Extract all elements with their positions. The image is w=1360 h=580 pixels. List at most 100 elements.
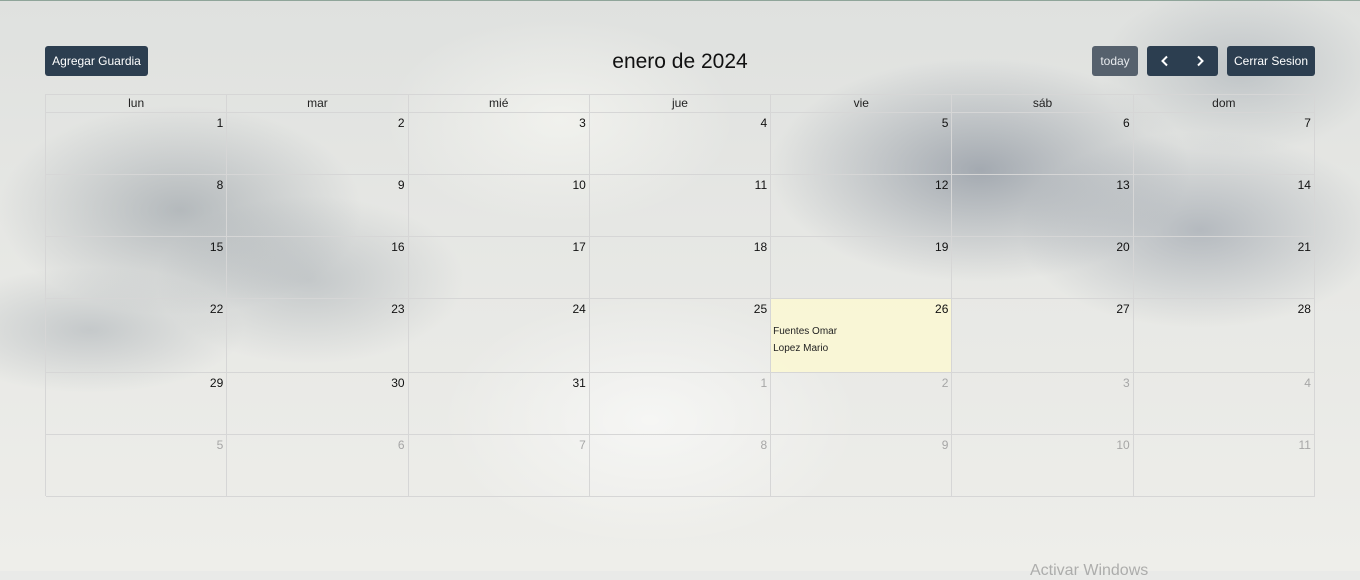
calendar-event[interactable]: Lopez Mario <box>773 340 949 357</box>
day-number[interactable]: 17 <box>572 240 585 254</box>
day-cell[interactable]: 4 <box>589 113 772 175</box>
day-number[interactable]: 2 <box>942 376 949 390</box>
day-cell[interactable]: 10 <box>408 175 590 237</box>
day-cell[interactable]: 21 <box>1133 237 1315 299</box>
day-number[interactable]: 5 <box>942 116 949 130</box>
day-cell[interactable]: 9 <box>227 175 409 237</box>
day-number[interactable]: 25 <box>754 302 767 316</box>
day-number[interactable]: 3 <box>579 116 586 130</box>
day-cell[interactable]: 20 <box>952 237 1134 299</box>
day-number[interactable]: 29 <box>210 376 223 390</box>
day-cell[interactable]: 1 <box>46 113 228 175</box>
day-number[interactable]: 4 <box>1304 376 1311 390</box>
day-cell[interactable]: 23 <box>227 299 409 373</box>
day-number[interactable]: 20 <box>1116 240 1129 254</box>
day-number[interactable]: 28 <box>1298 302 1311 316</box>
day-number[interactable]: 22 <box>210 302 223 316</box>
day-number[interactable]: 9 <box>398 178 405 192</box>
day-cell[interactable]: 8 <box>46 175 228 237</box>
calendar-week-row: 29 30 31 1 2 3 4 <box>46 373 1315 435</box>
day-cell[interactable]: 22 <box>46 299 228 373</box>
day-number[interactable]: 30 <box>391 376 404 390</box>
next-month-button[interactable] <box>1182 46 1218 76</box>
day-number[interactable]: 2 <box>398 116 405 130</box>
day-number[interactable]: 6 <box>398 438 405 452</box>
day-cell[interactable]: 6 <box>952 113 1134 175</box>
day-cell[interactable]: 16 <box>227 237 409 299</box>
day-cell[interactable]: 6 <box>227 435 409 497</box>
weekday-header-cell: vie <box>771 95 953 113</box>
day-number[interactable]: 3 <box>1123 376 1130 390</box>
day-cell[interactable]: 4 <box>1133 373 1315 435</box>
day-cell[interactable]: 12 <box>771 175 953 237</box>
calendar-event[interactable]: Fuentes Omar <box>773 323 949 340</box>
day-cell[interactable]: 3 <box>952 373 1134 435</box>
day-number[interactable]: 26 <box>935 302 948 316</box>
day-number[interactable]: 4 <box>760 116 767 130</box>
day-cell[interactable]: 13 <box>952 175 1134 237</box>
day-number[interactable]: 24 <box>572 302 585 316</box>
day-cell[interactable]: 7 <box>408 435 590 497</box>
day-cell[interactable]: 5 <box>46 435 228 497</box>
day-cell[interactable]: 28 <box>1133 299 1315 373</box>
today-button[interactable]: today <box>1092 46 1138 76</box>
day-cell[interactable]: 31 <box>408 373 590 435</box>
day-number[interactable]: 23 <box>391 302 404 316</box>
day-cell[interactable]: 7 <box>1133 113 1315 175</box>
top-border <box>0 0 1360 1</box>
logout-button[interactable]: Cerrar Sesion <box>1227 46 1315 76</box>
day-number[interactable]: 1 <box>760 376 767 390</box>
day-cell[interactable]: 9 <box>771 435 953 497</box>
day-cell[interactable]: 10 <box>952 435 1134 497</box>
prev-month-button[interactable] <box>1147 46 1183 76</box>
day-cell[interactable]: 15 <box>46 237 228 299</box>
month-navigation <box>1147 46 1218 76</box>
day-cell[interactable]: 27 <box>952 299 1134 373</box>
day-number[interactable]: 19 <box>935 240 948 254</box>
day-number[interactable]: 16 <box>391 240 404 254</box>
day-number[interactable]: 21 <box>1298 240 1311 254</box>
day-number[interactable]: 7 <box>579 438 586 452</box>
day-cell[interactable]: 30 <box>227 373 409 435</box>
day-number[interactable]: 1 <box>217 116 224 130</box>
day-cell[interactable]: 14 <box>1133 175 1315 237</box>
day-cell[interactable]: 11 <box>1133 435 1315 497</box>
day-number[interactable]: 6 <box>1123 116 1130 130</box>
day-number[interactable]: 5 <box>217 438 224 452</box>
day-cell[interactable]: 8 <box>589 435 772 497</box>
day-cell[interactable]: 25 <box>589 299 772 373</box>
day-number[interactable]: 9 <box>942 438 949 452</box>
day-number[interactable]: 11 <box>1299 438 1311 452</box>
activation-watermark: Activar Windows <box>1030 562 1149 579</box>
day-number[interactable]: 15 <box>210 240 223 254</box>
day-cell[interactable]: 1 <box>589 373 772 435</box>
day-number[interactable]: 14 <box>1298 178 1311 192</box>
day-number[interactable]: 13 <box>1116 178 1129 192</box>
day-number[interactable]: 8 <box>217 178 224 192</box>
day-cell[interactable]: 19 <box>771 237 953 299</box>
day-cell[interactable]: 24 <box>408 299 590 373</box>
day-cell[interactable]: 18 <box>589 237 772 299</box>
day-number[interactable]: 10 <box>1116 438 1129 452</box>
day-number[interactable]: 12 <box>935 178 948 192</box>
add-guard-button[interactable]: Agregar Guardia <box>45 46 148 76</box>
day-number[interactable]: 11 <box>755 178 767 192</box>
day-number[interactable]: 10 <box>572 178 585 192</box>
day-cell[interactable]: 29 <box>46 373 228 435</box>
day-number[interactable]: 18 <box>754 240 767 254</box>
weekday-header-cell: dom <box>1133 95 1315 113</box>
day-number[interactable]: 27 <box>1116 302 1129 316</box>
day-number[interactable]: 7 <box>1304 116 1311 130</box>
day-cell[interactable]: 5 <box>771 113 953 175</box>
calendar-week-row: 1 2 3 4 5 6 7 <box>46 113 1315 175</box>
day-number[interactable]: 31 <box>572 376 585 390</box>
day-cell[interactable]: 2 <box>227 113 409 175</box>
day-cell[interactable]: 3 <box>408 113 590 175</box>
day-cell-today[interactable]: 26 Fuentes Omar Lopez Mario <box>771 299 953 373</box>
day-cell[interactable]: 11 <box>589 175 772 237</box>
day-number[interactable]: 8 <box>760 438 767 452</box>
day-cell[interactable]: 2 <box>771 373 953 435</box>
day-cell[interactable]: 17 <box>408 237 590 299</box>
calendar-week-row: 5 6 7 8 9 10 11 <box>46 435 1315 497</box>
chevron-left-icon <box>1160 55 1168 67</box>
